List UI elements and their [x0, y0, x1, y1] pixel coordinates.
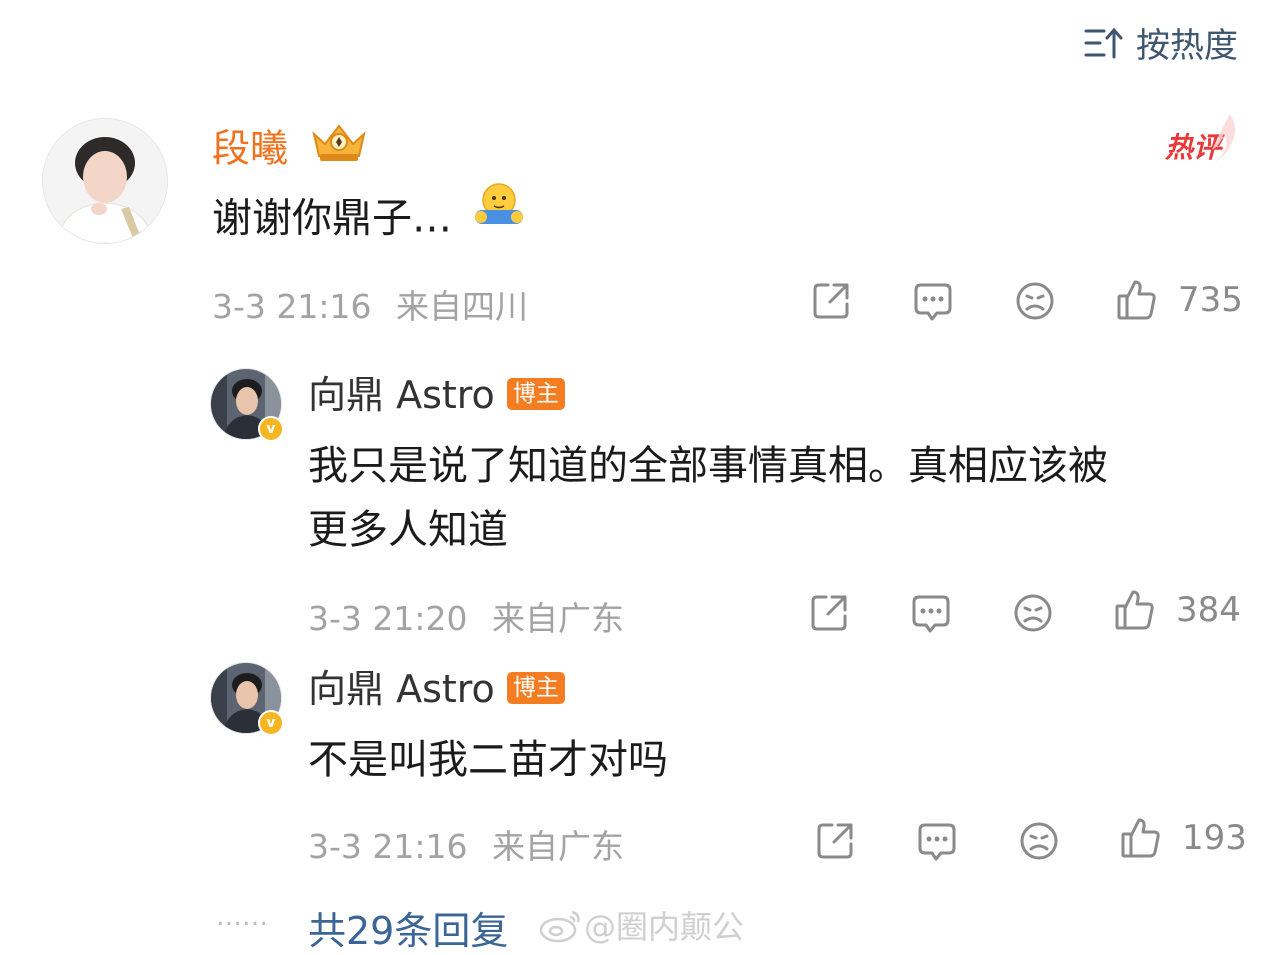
reply-username[interactable]: 向鼎 Astro: [308, 373, 495, 417]
reply-location: 来自广东: [492, 827, 624, 866]
comment-icon: [918, 823, 956, 861]
reply-location: 来自广东: [492, 599, 624, 638]
watermark: @圈内颠公: [538, 902, 744, 948]
reply-text-line1: 不是叫我二苗才对吗: [308, 737, 668, 783]
reply-button[interactable]: [916, 820, 958, 862]
reply-text-line1: 我只是说了知道的全部事情真相。真相应该被: [308, 443, 1108, 489]
weibo-logo-icon: [539, 910, 580, 943]
blogger-badge: 博主: [506, 377, 565, 410]
watermark-text: @圈内颠公: [584, 908, 745, 946]
like-count: 193: [1182, 818, 1247, 858]
reply-username[interactable]: 向鼎 Astro: [308, 667, 495, 711]
blogger-badge: 博主: [506, 671, 565, 704]
hug-emoji: [471, 180, 527, 249]
comment-time: 3-3 21:16: [212, 287, 372, 326]
footer-dots: ……: [216, 902, 268, 932]
like-count: 384: [1176, 590, 1241, 630]
share-button[interactable]: [808, 592, 850, 634]
sort-icon: [1084, 27, 1123, 58]
like-count: 735: [1178, 280, 1243, 320]
like-button[interactable]: 193: [1120, 816, 1247, 860]
verified-badge: v: [258, 416, 284, 442]
dislike-button[interactable]: [1012, 592, 1054, 634]
like-button[interactable]: 384: [1114, 588, 1241, 632]
share-button[interactable]: [810, 280, 852, 322]
commenter-name[interactable]: 段曦: [212, 127, 288, 171]
dislike-button[interactable]: [1014, 280, 1056, 322]
more-replies-link[interactable]: 共29条回复: [308, 900, 508, 955]
reply-meta: 3-3 21:16 来自广东: [308, 820, 624, 868]
share-icon: [811, 595, 847, 631]
dislike-button[interactable]: [1018, 820, 1060, 862]
verified-badge: v: [258, 710, 284, 736]
thumbs-up-icon: [1117, 280, 1156, 320]
comment-text: 谢谢你鼎子…: [212, 195, 452, 242]
comment-text-row: 谢谢你鼎子…: [212, 183, 527, 255]
share-icon: [817, 823, 853, 859]
commenter-name-row: 段曦: [212, 124, 368, 178]
share-button[interactable]: [814, 820, 856, 862]
reply-name-row: 向鼎 Astro 博主: [308, 666, 565, 712]
avatar-duanxi[interactable]: [42, 118, 168, 244]
reply-name-row: 向鼎 Astro 博主: [308, 372, 565, 418]
sad-face-icon: [1020, 822, 1058, 860]
comment-icon: [914, 283, 952, 321]
comment-icon: [912, 595, 950, 633]
avatar-image: [43, 119, 167, 243]
share-icon: [813, 283, 849, 319]
sad-face-icon: [1016, 282, 1054, 320]
sort-by-hot-button[interactable]: 按热度: [1084, 18, 1238, 67]
comment-meta: 3-3 21:16 来自四川: [212, 280, 528, 328]
reply-time: 3-3 21:20: [308, 599, 468, 638]
thumbs-up-icon: [1115, 590, 1154, 630]
reply-time: 3-3 21:16: [308, 827, 468, 866]
reply-text-line2: 更多人知道: [308, 507, 508, 553]
reply-meta: 3-3 21:20 来自广东: [308, 592, 624, 640]
comment-location: 来自四川: [396, 287, 528, 326]
reply-button[interactable]: [912, 280, 954, 322]
reply-button[interactable]: [910, 592, 952, 634]
crown-icon: [310, 120, 368, 174]
sort-label: 按热度: [1136, 26, 1238, 66]
sad-face-icon: [1014, 594, 1052, 632]
like-button[interactable]: 735: [1116, 278, 1243, 322]
thumbs-up-icon: [1121, 818, 1160, 858]
flame-icon: [1212, 114, 1235, 162]
